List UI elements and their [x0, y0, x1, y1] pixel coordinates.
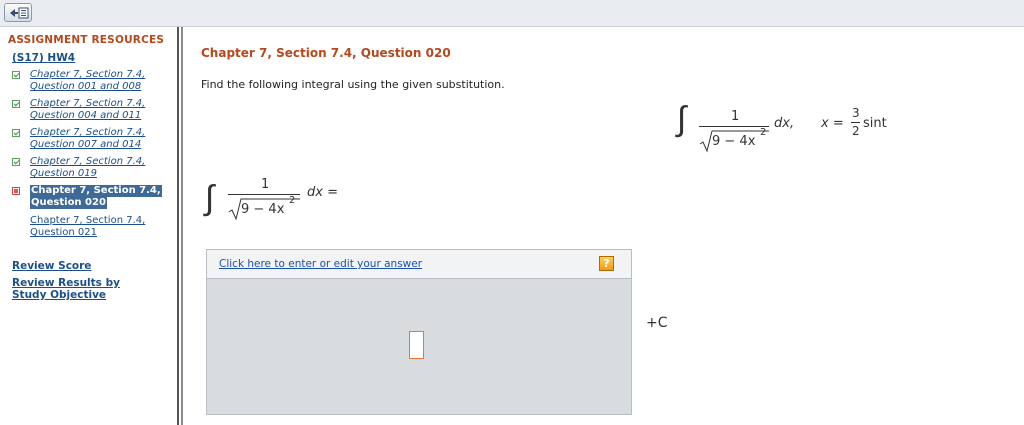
answer-input-placeholder[interactable]: [409, 331, 424, 359]
question-link-line1[interactable]: Chapter 7, Section 7.4,: [30, 156, 145, 168]
given-dx: dx,: [774, 116, 795, 131]
given-exponent: 2: [760, 127, 767, 138]
correct-check-icon: [12, 71, 20, 79]
substitution-rhs: sint: [863, 116, 887, 131]
answer-dx: dx =: [307, 185, 338, 200]
answer-radicand: 9 − 4x: [241, 202, 285, 217]
question-link-line1[interactable]: Chapter 7, Section 7.4,: [30, 215, 145, 227]
question-link-line1[interactable]: Chapter 7, Section 7.4,: [30, 98, 145, 110]
answer-exponent: 2: [289, 195, 296, 206]
question-title: Chapter 7, Section 7.4, Question 020: [201, 46, 451, 60]
substitution-numerator: 3: [852, 106, 860, 120]
question-link-line2[interactable]: Question 001 and 008: [30, 81, 141, 93]
question-panel: Chapter 7, Section 7.4, Question 020 Fin…: [190, 27, 1024, 425]
correct-check-icon: [12, 100, 20, 108]
help-icon[interactable]: ?: [599, 256, 614, 271]
assignment-link[interactable]: (S17) HW4: [12, 52, 75, 64]
question-link-line2[interactable]: Question 019: [30, 168, 97, 180]
collapse-sidebar-button[interactable]: [4, 3, 32, 22]
answer-editor[interactable]: Click here to enter or edit your answer …: [206, 249, 632, 415]
fraction-bar: [699, 126, 769, 127]
question-link-line2[interactable]: Question 004 and 011: [30, 110, 141, 122]
given-numerator: 1: [731, 109, 740, 124]
question-link-line1[interactable]: Chapter 7, Section 7.4,: [30, 127, 145, 139]
substitution-denominator: 2: [852, 124, 860, 138]
plus-c-constant: +C: [646, 315, 668, 331]
panel-divider[interactable]: [177, 27, 183, 425]
sidebar-title: ASSIGNMENT RESOURCES: [8, 34, 165, 46]
integral-sign: ∫: [677, 99, 687, 139]
answer-editor-header: Click here to enter or edit your answer …: [207, 250, 631, 279]
review-score-link[interactable]: Review Score: [12, 260, 91, 273]
answer-numerator: 1: [261, 177, 270, 192]
question-link-line2[interactable]: Question 021: [30, 227, 97, 239]
substitution-lhs: x =: [821, 116, 844, 131]
question-link-line1[interactable]: Chapter 7, Section 7.4,: [30, 69, 145, 81]
question-instruction: Find the following integral using the gi…: [201, 78, 505, 91]
review-results-link-line2[interactable]: Study Objective: [12, 289, 106, 302]
correct-check-icon: [12, 158, 20, 166]
question-link-line2[interactable]: Question 007 and 014: [30, 139, 141, 151]
question-link-line1[interactable]: Chapter 7, Section 7.4,: [30, 185, 162, 197]
correct-check-icon: [12, 129, 20, 137]
top-toolbar: [0, 0, 1024, 27]
given-radicand: 9 − 4x: [712, 134, 756, 149]
substitution-fraction-bar: [851, 122, 860, 123]
integral-sign: ∫: [205, 178, 215, 218]
incorrect-x-icon: [12, 187, 20, 195]
collapse-sidebar-icon: [10, 7, 29, 19]
question-link-line2[interactable]: Question 020: [30, 197, 107, 209]
edit-answer-link[interactable]: Click here to enter or edit your answer: [219, 258, 422, 270]
assignment-sidebar: ASSIGNMENT RESOURCES (S17) HW4 Chapter 7…: [0, 27, 177, 425]
